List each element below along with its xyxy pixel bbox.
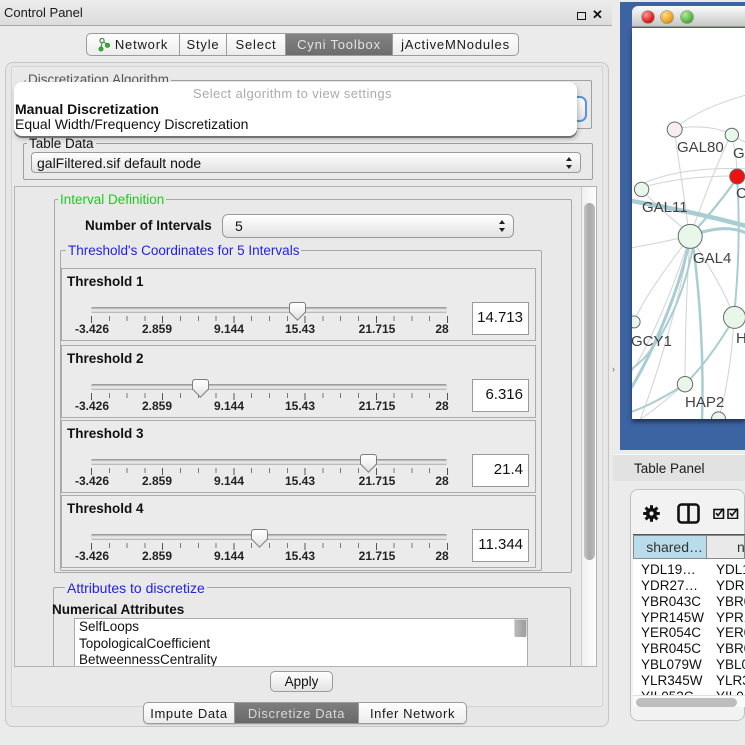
svg-text:GCY1: GCY1 — [632, 333, 672, 350]
svg-text:HAP2: HAP2 — [685, 394, 724, 411]
svg-text:GA: GA — [733, 145, 745, 162]
svg-text:GAL11: GAL11 — [642, 199, 688, 216]
svg-text:GAL80: GAL80 — [677, 139, 724, 156]
svg-text:H: H — [736, 330, 745, 347]
svg-text:C: C — [736, 185, 745, 202]
svg-text:GAL4: GAL4 — [693, 250, 731, 267]
